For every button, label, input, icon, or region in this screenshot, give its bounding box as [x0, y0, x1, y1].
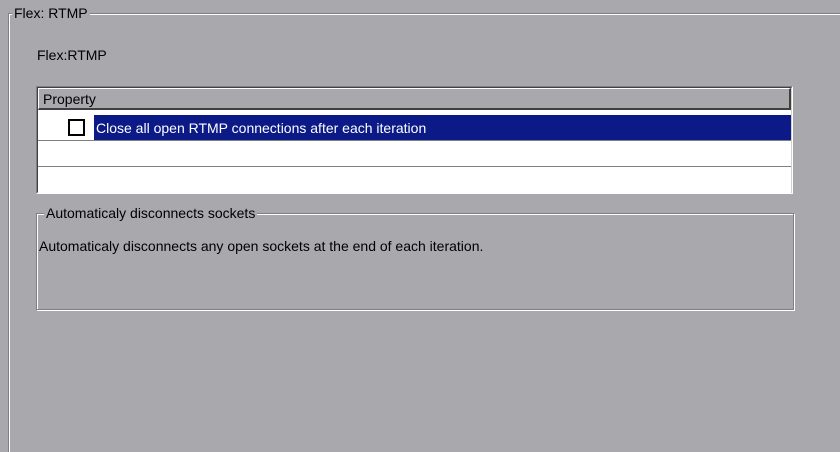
property-column-header-label: Property	[43, 91, 96, 107]
property-column-header[interactable]: Property	[38, 88, 791, 110]
description-title: Automaticaly disconnects sockets	[44, 204, 258, 222]
property-row-empty[interactable]	[38, 167, 791, 193]
row-gutter	[38, 115, 94, 140]
property-row[interactable]: Close all open RTMP connections after ea…	[38, 115, 791, 141]
description-text: Automaticaly disconnects any open socket…	[39, 238, 484, 254]
selected-row-highlight[interactable]: Close all open RTMP connections after ea…	[94, 115, 791, 140]
property-row-empty[interactable]	[38, 141, 791, 167]
close-rtmp-checkbox[interactable]	[68, 119, 85, 136]
groupbox-legend: Flex: RTMP	[12, 4, 90, 22]
section-title: Flex:RTMP	[37, 47, 107, 63]
description-groupbox: Automaticaly disconnects sockets Automat…	[36, 204, 794, 310]
settings-panel: Flex: RTMP Flex:RTMP Property Close all …	[0, 0, 840, 452]
property-grid[interactable]: Property Close all open RTMP connections…	[36, 86, 793, 194]
property-grid-frame: Property Close all open RTMP connections…	[37, 87, 792, 193]
property-label: Close all open RTMP connections after ea…	[96, 120, 427, 136]
